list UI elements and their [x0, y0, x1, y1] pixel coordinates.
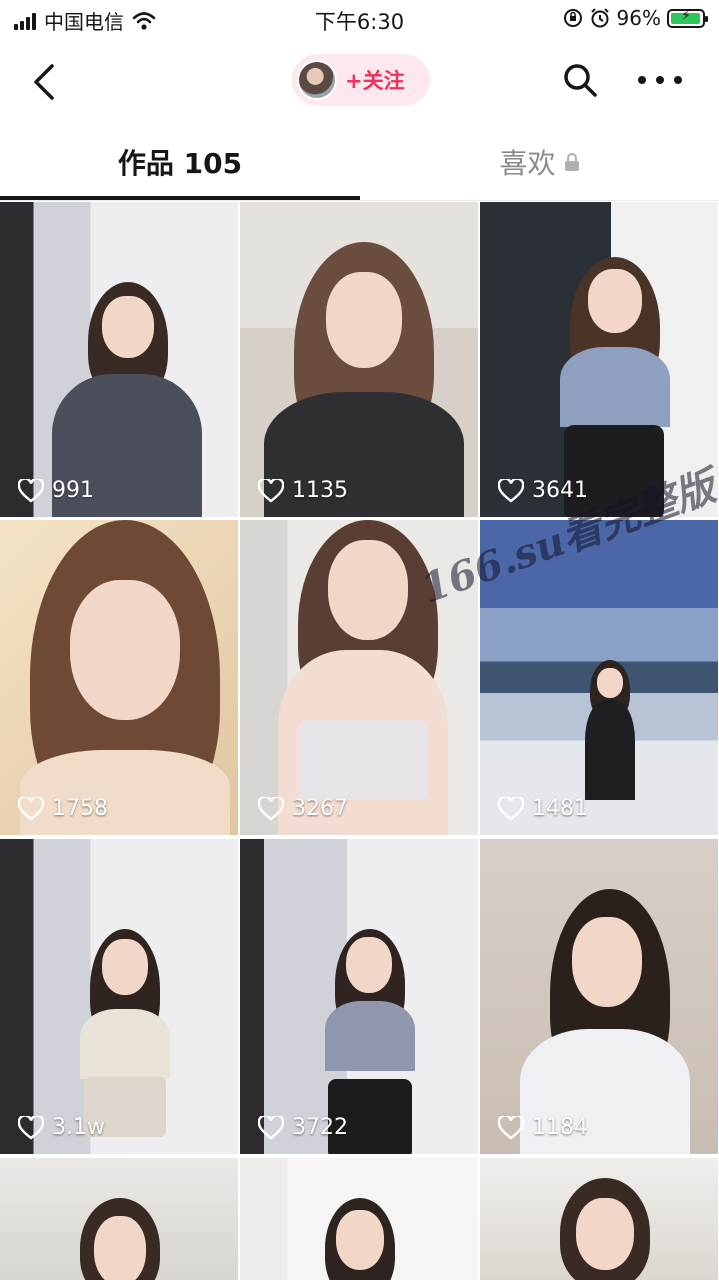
heart-icon — [18, 796, 44, 821]
like-count: 991 — [18, 478, 94, 503]
video-tile[interactable] — [240, 1158, 478, 1280]
like-count: 3641 — [498, 478, 588, 503]
like-count-value: 1481 — [532, 796, 588, 821]
more-options-icon[interactable] — [638, 68, 682, 92]
heart-icon — [498, 1115, 524, 1140]
status-bar: 中国电信 下午6:30 96% ⚡ — [0, 0, 719, 40]
like-count: 1135 — [258, 478, 348, 503]
like-count: 3722 — [258, 1115, 348, 1140]
alarm-icon — [590, 8, 609, 28]
status-right: 96% ⚡ — [563, 6, 708, 30]
video-tile[interactable]: 3722 — [240, 839, 478, 1154]
video-grid: 991 1135 3641 1758 3267 1481 3.1w 3722 1… — [0, 202, 719, 1280]
search-icon[interactable] — [562, 62, 598, 98]
lock-icon — [564, 153, 579, 171]
tab-works-label: 作品 105 — [117, 147, 243, 180]
video-tile[interactable] — [0, 1158, 238, 1280]
like-count: 3.1w — [18, 1115, 105, 1140]
heart-icon — [18, 1115, 44, 1140]
like-count-value: 3722 — [292, 1115, 348, 1140]
heart-icon — [18, 478, 44, 503]
like-count: 1758 — [18, 796, 108, 821]
avatar — [297, 60, 337, 100]
heart-icon — [258, 1115, 284, 1140]
heart-icon — [258, 478, 284, 503]
heart-icon — [258, 796, 284, 821]
tab-likes[interactable]: 喜欢 — [360, 140, 719, 184]
video-tile[interactable]: 1758 — [0, 520, 238, 835]
video-tile[interactable]: 991 — [0, 202, 238, 517]
follow-label: +关注 — [345, 69, 405, 93]
heart-icon — [498, 796, 524, 821]
heart-icon — [498, 478, 524, 503]
like-count-value: 3.1w — [52, 1115, 105, 1140]
battery-icon: ⚡ — [667, 8, 708, 28]
nav-bar: +关注 — [0, 40, 719, 124]
like-count-value: 991 — [52, 478, 94, 503]
tab-works[interactable]: 作品 105 — [0, 140, 360, 184]
orientation-lock-icon — [563, 9, 582, 27]
like-count-value: 1758 — [52, 796, 108, 821]
video-tile[interactable]: 1135 — [240, 202, 478, 517]
like-count: 1184 — [498, 1115, 588, 1140]
like-count-value: 1135 — [292, 478, 348, 503]
like-count-value: 3267 — [292, 796, 348, 821]
tab-likes-label: 喜欢 — [499, 147, 556, 180]
video-tile[interactable]: 1184 — [480, 839, 718, 1154]
profile-tabs: 作品 105 喜欢 — [0, 124, 719, 201]
back-arrow-icon[interactable] — [28, 62, 64, 102]
video-tile[interactable] — [480, 1158, 718, 1280]
like-count-value: 1184 — [532, 1115, 588, 1140]
video-tile[interactable]: 3.1w — [0, 839, 238, 1154]
active-tab-indicator — [0, 196, 360, 200]
battery-percent: 96% — [616, 6, 661, 30]
follow-button[interactable]: +关注 — [292, 54, 430, 106]
like-count: 3267 — [258, 796, 348, 821]
like-count: 1481 — [498, 796, 588, 821]
